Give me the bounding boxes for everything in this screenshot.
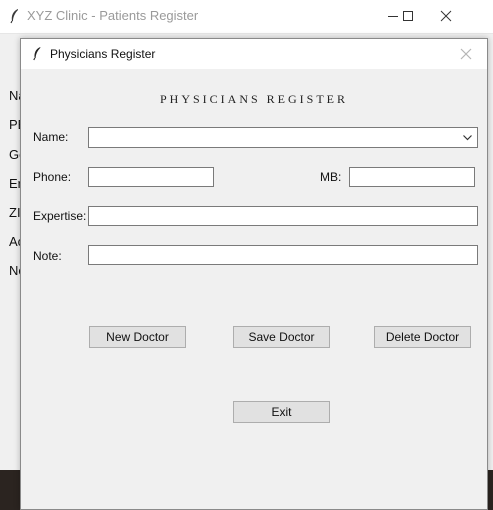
mb-label: MB: <box>320 170 342 184</box>
feather-icon <box>33 47 41 61</box>
dialog-title: Physicians Register <box>50 47 156 61</box>
exit-button[interactable]: Exit <box>233 401 330 423</box>
name-combobox[interactable] <box>88 127 478 148</box>
parent-label: ZI <box>9 205 21 220</box>
expertise-input[interactable] <box>88 206 478 226</box>
maximize-button[interactable] <box>388 0 428 33</box>
chevron-down-icon[interactable] <box>462 132 473 143</box>
phone-label: Phone: <box>33 170 72 184</box>
expertise-label: Expertise: <box>33 209 87 223</box>
note-label: Note: <box>33 249 62 263</box>
delete-doctor-button[interactable]: Delete Doctor <box>374 326 471 348</box>
note-input[interactable] <box>88 245 478 265</box>
mb-input[interactable] <box>349 167 475 187</box>
close-icon <box>440 10 452 22</box>
parent-titlebar: XYZ Clinic - Patients Register <box>0 0 493 34</box>
form-heading: PHYSICIANS REGISTER <box>159 92 348 106</box>
feather-icon <box>10 9 18 24</box>
new-doctor-button[interactable]: New Doctor <box>89 326 186 348</box>
physicians-register-dialog: Physicians Register PHYSICIANS REGISTER … <box>20 38 488 510</box>
dialog-titlebar: Physicians Register <box>21 39 487 69</box>
phone-input[interactable] <box>88 167 214 187</box>
parent-window-title: XYZ Clinic - Patients Register <box>27 8 199 23</box>
name-label: Name: <box>33 130 69 144</box>
parent-close-button[interactable] <box>426 0 466 33</box>
maximize-icon <box>403 11 413 21</box>
save-doctor-button[interactable]: Save Doctor <box>233 326 330 348</box>
close-icon[interactable] <box>459 47 473 61</box>
